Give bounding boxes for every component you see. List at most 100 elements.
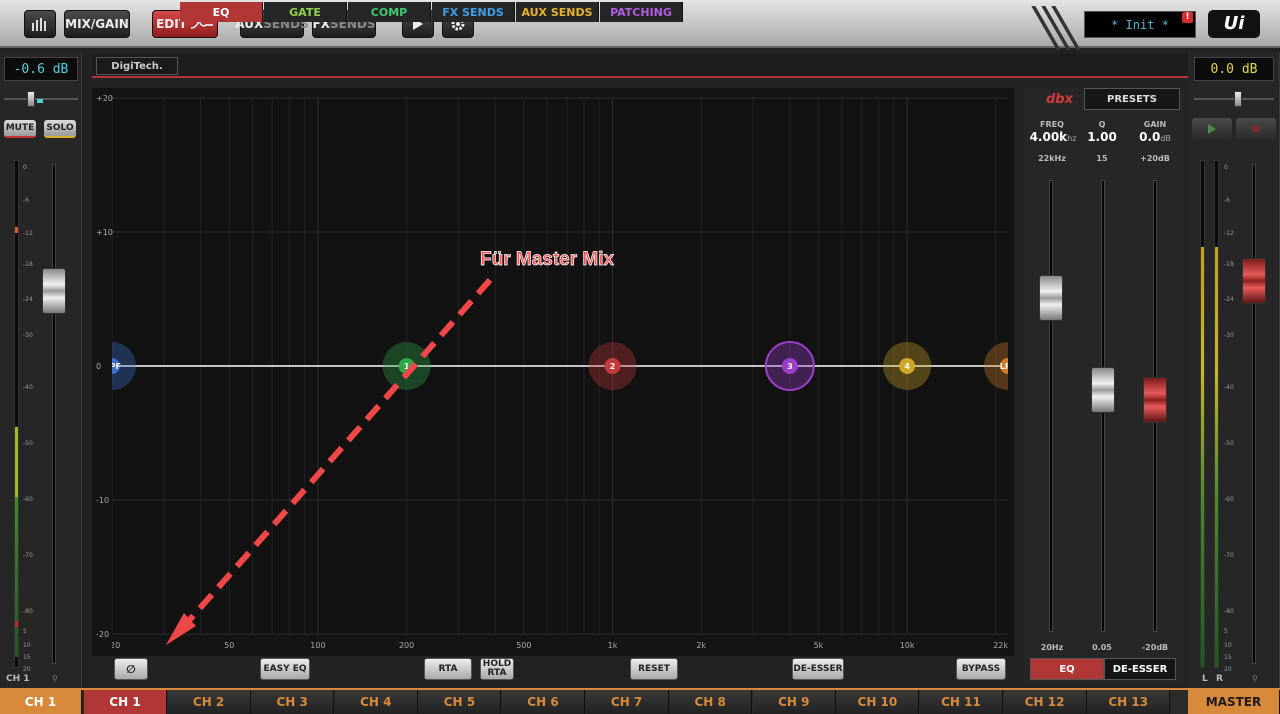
tab-gate[interactable]: GATE [264, 2, 347, 22]
mix-gain-button[interactable]: MIX/GAIN [64, 10, 130, 38]
freq-label: FREQ [1040, 120, 1064, 129]
bars-icon [32, 18, 46, 31]
pan-indicator [37, 99, 43, 103]
master-play-button[interactable] [1192, 118, 1232, 140]
easy-eq-button[interactable]: EASY EQ [260, 658, 310, 680]
meter-scale-label: -6 [1224, 197, 1230, 204]
tab-comp[interactable]: COMP [348, 2, 431, 22]
phase-invert-button[interactable]: ∅ [114, 658, 148, 680]
frequency-axis-label: 5k [814, 641, 824, 650]
tab-fx-sends[interactable]: FX SENDS [432, 2, 515, 22]
eq-mode-tab[interactable]: EQ [1030, 658, 1104, 680]
channel-button-9[interactable]: CH 9 [752, 690, 836, 714]
plot-edge-mask [1008, 88, 1014, 656]
channel-button-7[interactable]: CH 7 [585, 690, 669, 714]
channel-button-1[interactable]: CH 1 [84, 690, 167, 714]
meter-scale-label: -24 [23, 296, 33, 303]
hold-rta-line2: RTA [487, 668, 507, 678]
gain-number: 0.0 [1139, 130, 1161, 144]
channel-db-readout: -0.6 dB [4, 57, 78, 81]
bypass-button[interactable]: BYPASS [956, 658, 1006, 680]
channel-button-12[interactable]: CH 12 [1003, 690, 1087, 714]
meter-scale-label: -80 [1224, 608, 1234, 615]
meter-scale-label: -50 [23, 440, 33, 447]
frequency-axis-label: 50 [224, 641, 234, 650]
q-value[interactable]: 1.00 [1080, 130, 1124, 144]
gain-fader-cap[interactable] [1143, 377, 1167, 423]
pan-knob[interactable] [27, 91, 35, 107]
meter-scale-label: -30 [23, 332, 33, 339]
left-channel-letter: L [1202, 674, 1208, 684]
mute-button[interactable]: MUTE [4, 120, 36, 138]
channel-button-8[interactable]: CH 8 [669, 690, 753, 714]
master-balance-knob[interactable] [1234, 91, 1242, 107]
eq-band-label: 3 [787, 362, 793, 371]
channel-button-4[interactable]: CH 4 [334, 690, 418, 714]
eq-graph[interactable]: +20+100-10-2020501002005001k2k5k10k22kHP… [88, 88, 1032, 656]
current-channel-indicator[interactable]: CH 1 [0, 690, 82, 714]
tab-patching[interactable]: PATCHING [600, 2, 683, 22]
channel-fader-cap[interactable] [42, 268, 66, 314]
channel-button-5[interactable]: CH 5 [418, 690, 502, 714]
master-record-button[interactable] [1236, 118, 1276, 140]
meter-scale-label: -18 [1224, 261, 1234, 268]
reset-button[interactable]: RESET [630, 658, 678, 680]
q-min-label: 0.05 [1092, 643, 1112, 652]
freq-min-label: 20Hz [1040, 643, 1064, 652]
tab-eq[interactable]: EQ [180, 2, 263, 22]
ui-logo[interactable]: Ui [1208, 10, 1260, 38]
frequency-axis-label: 500 [516, 641, 531, 650]
meter-scale-label: -70 [23, 552, 33, 559]
master-meter-right [1214, 160, 1219, 668]
de-esser-button[interactable]: DE-ESSER [792, 658, 844, 680]
q-fader-cap[interactable] [1091, 367, 1115, 413]
channel-button-13[interactable]: CH 13 [1087, 690, 1171, 714]
dbx-logo: dbx [1046, 92, 1073, 107]
levels-button[interactable] [24, 10, 56, 38]
presets-button[interactable]: PRESETS [1084, 88, 1180, 110]
meter-scale-label: -70 [1224, 552, 1234, 559]
master-channel-button[interactable]: MASTER [1188, 690, 1280, 714]
frequency-axis-label: 10k [900, 641, 915, 650]
channel-button-6[interactable]: CH 6 [502, 690, 585, 714]
digitech-logo: DigiTech. [96, 57, 178, 75]
meter-scale-label: -30 [1224, 332, 1234, 339]
rta-button[interactable]: RTA [424, 658, 472, 680]
gain-unit: dB [1160, 134, 1171, 143]
channel-button-2[interactable]: CH 2 [167, 690, 251, 714]
tab-aux-sends[interactable]: AUX SENDS [516, 2, 599, 22]
eq-band-label: 2 [610, 362, 616, 371]
frequency-axis-label: 1k [608, 641, 618, 650]
meter-scale-label: -40 [1224, 384, 1234, 391]
freq-value[interactable]: 4.00khz [1026, 130, 1080, 144]
meter-scale-label: 10 [23, 642, 31, 649]
freq-fader-cap[interactable] [1039, 275, 1063, 321]
eq-graph-canvas[interactable]: +20+100-10-2020501002005001k2k5k10k22kHP… [88, 88, 1032, 656]
meter-scale-label: -60 [23, 496, 33, 503]
hold-rta-button[interactable]: HOLD RTA [480, 658, 514, 680]
channel-selector-bar: CH 1 CH 1 CH 2 CH 3 CH 4 CH 5 CH 6 CH 7 CH 8 CH … [0, 688, 1280, 714]
solo-button[interactable]: SOLO [44, 120, 76, 138]
meter-scale-label: -24 [1224, 296, 1234, 303]
gain-axis-label: +20 [96, 94, 113, 103]
gain-value[interactable]: 0.0dB [1130, 130, 1180, 144]
pan-slider[interactable] [4, 90, 78, 108]
master-fader-cap[interactable] [1242, 258, 1266, 304]
de-esser-mode-tab[interactable]: DE-ESSER [1104, 658, 1176, 680]
brand-stripes-icon [1031, 6, 1081, 50]
master-meter-left [1200, 160, 1205, 668]
gain-axis-label: -20 [96, 630, 109, 639]
eq-parameter-panel: dbx PRESETS FREQ Q GAIN 4.00khz 1.00 0.0… [1024, 88, 1184, 684]
alert-badge[interactable]: ! [1182, 12, 1193, 23]
meter-scale-label: 5 [1224, 628, 1228, 635]
meter-scale-label: -12 [1224, 230, 1234, 237]
play-icon [1208, 124, 1216, 134]
gain-label: GAIN [1143, 120, 1167, 129]
channel-button-3[interactable]: CH 3 [251, 690, 335, 714]
snapshot-display[interactable]: * Init * [1084, 11, 1196, 38]
channel-button-11[interactable]: CH 11 [920, 690, 1003, 714]
master-balance-slider[interactable] [1194, 90, 1274, 108]
eq-band-label: 4 [904, 362, 910, 371]
channel-button-10[interactable]: CH 10 [836, 690, 920, 714]
meter-scale-label: 15 [1224, 654, 1232, 661]
